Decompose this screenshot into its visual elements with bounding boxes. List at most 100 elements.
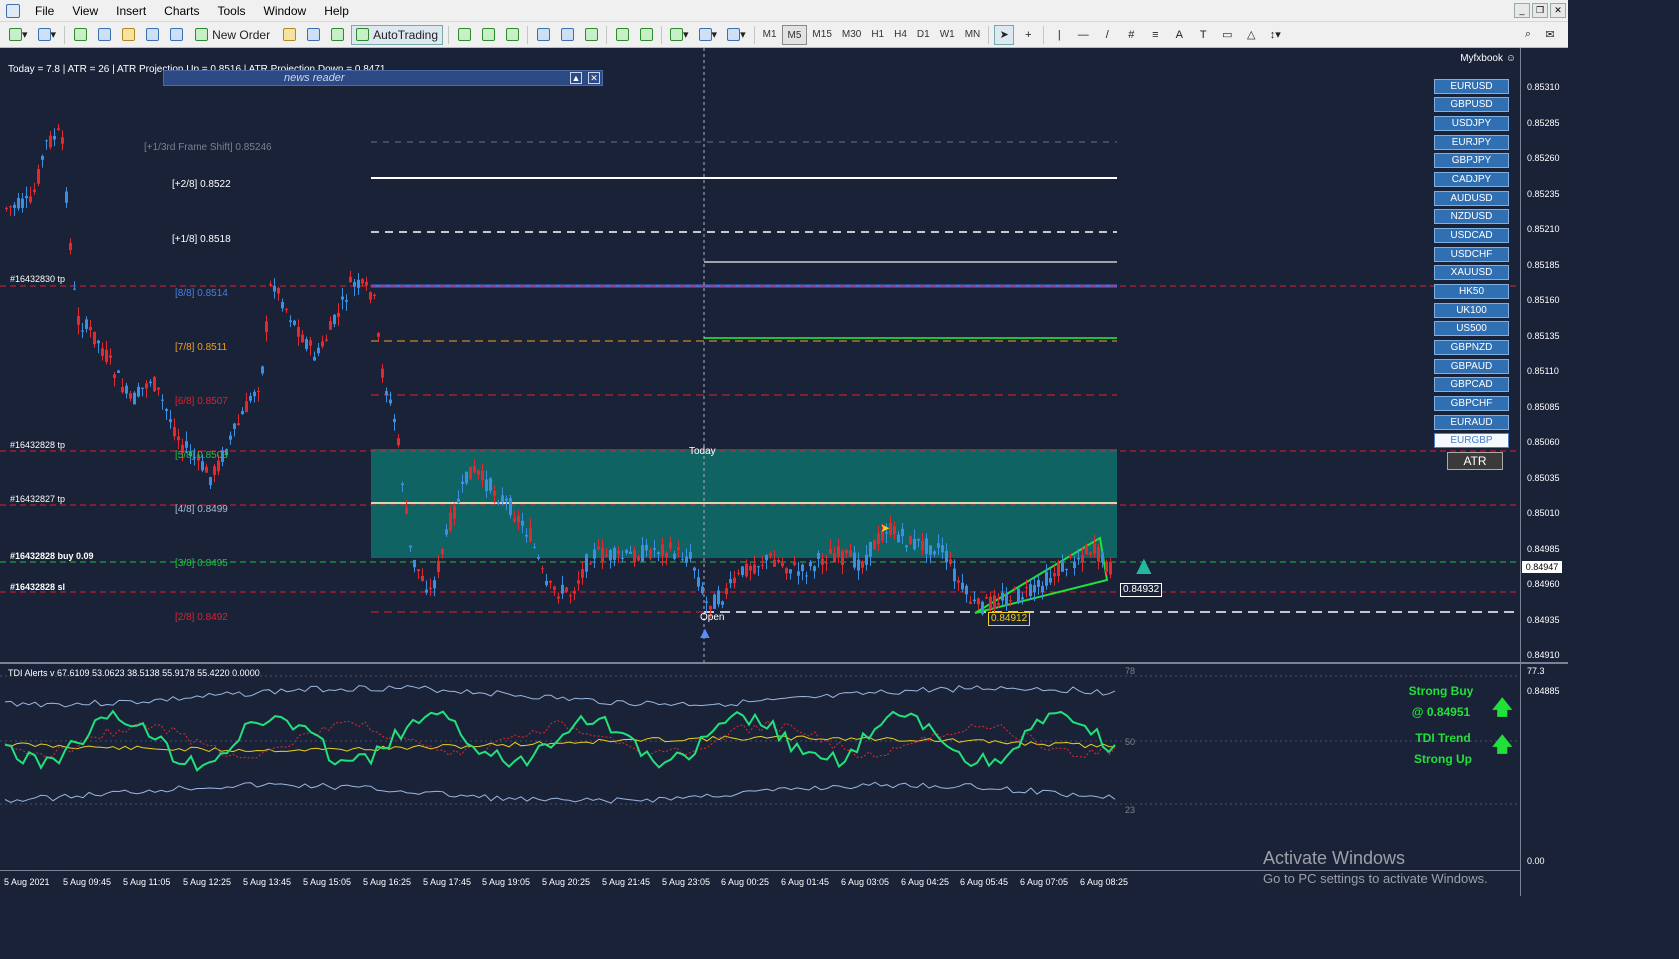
symbol-button-gbpaud[interactable]: GBPAUD xyxy=(1434,359,1509,374)
symbol-button-nzdusd[interactable]: NZDUSD xyxy=(1434,209,1509,224)
templates-icon[interactable]: ▾ xyxy=(724,25,749,45)
text-icon[interactable]: A xyxy=(1169,25,1189,45)
menu-window[interactable]: Window xyxy=(255,0,316,22)
triangle-icon[interactable]: △ xyxy=(1241,25,1261,45)
chat-icon[interactable]: ✉ xyxy=(1540,25,1560,45)
symbol-button-eurusd[interactable]: EURUSD xyxy=(1434,79,1509,94)
symbol-button-gbpjpy[interactable]: GBPJPY xyxy=(1434,153,1509,168)
subwindow-separator[interactable] xyxy=(0,662,1568,664)
menu-tools[interactable]: Tools xyxy=(209,0,255,22)
price-tick: 0.85310 xyxy=(1527,82,1560,92)
menu-insert[interactable]: Insert xyxy=(107,0,155,22)
navigator-icon[interactable] xyxy=(118,25,138,45)
tf-w1[interactable]: W1 xyxy=(935,25,960,45)
data-window-icon[interactable] xyxy=(94,25,114,45)
rectangle-icon[interactable]: ▭ xyxy=(1217,25,1237,45)
toolbar-separator xyxy=(64,25,66,44)
restore-icon[interactable]: ❐ xyxy=(1532,3,1548,18)
search-icon[interactable]: ⌕ xyxy=(1518,25,1538,45)
profiles-icon[interactable]: ▾ xyxy=(35,25,60,45)
candle-body xyxy=(617,550,620,555)
candle-body xyxy=(237,423,240,425)
arrows-icon[interactable]: ↕▾ xyxy=(1265,25,1285,45)
tf-d1[interactable]: D1 xyxy=(912,25,935,45)
symbol-button-xauusd[interactable]: XAUUSD xyxy=(1434,265,1509,280)
symbol-button-hk50[interactable]: HK50 xyxy=(1434,284,1509,299)
candle-body xyxy=(1013,588,1016,590)
tf-h4[interactable]: H4 xyxy=(889,25,912,45)
tf-m5[interactable]: M5 xyxy=(781,24,808,45)
candle-body xyxy=(125,385,128,394)
candle-body xyxy=(953,568,956,582)
close-icon[interactable]: ✕ xyxy=(1550,3,1566,18)
symbol-button-euraud[interactable]: EURAUD xyxy=(1434,415,1509,430)
crosshair-icon[interactable]: + xyxy=(1018,25,1038,45)
candle-body xyxy=(117,370,120,373)
meta-editor-icon[interactable] xyxy=(279,25,299,45)
candle-body xyxy=(141,387,144,389)
market-watch-icon[interactable] xyxy=(70,25,90,45)
zoom-out-icon[interactable] xyxy=(557,25,577,45)
symbol-button-audusd[interactable]: AUDUSD xyxy=(1434,191,1509,206)
bar-chart-icon[interactable] xyxy=(454,25,474,45)
candle-body xyxy=(449,512,452,531)
symbol-button-usdcad[interactable]: USDCAD xyxy=(1434,228,1509,243)
myfxbook-label[interactable]: Myfxbook ☺ xyxy=(1460,53,1516,64)
atr-button[interactable]: ATR xyxy=(1447,452,1503,470)
chart-window[interactable]: Today = 7.8 | ATR = 26 | ATR Projection … xyxy=(0,48,1568,896)
menu-file[interactable]: File xyxy=(26,0,63,22)
vertical-line-icon[interactable]: | xyxy=(1049,25,1069,45)
tf-h1[interactable]: H1 xyxy=(866,25,889,45)
symbol-button-gbpnzd[interactable]: GBPNZD xyxy=(1434,340,1509,355)
tf-m15[interactable]: M15 xyxy=(807,25,836,45)
channel-icon[interactable]: # xyxy=(1121,25,1141,45)
tf-m30[interactable]: M30 xyxy=(837,25,866,45)
cursor-icon[interactable]: ➤ xyxy=(994,24,1015,45)
terminal-icon[interactable] xyxy=(142,25,162,45)
candle-body xyxy=(729,579,732,584)
trendline-icon[interactable]: / xyxy=(1097,25,1117,45)
news-reader-panel[interactable]: news reader ▲ ✕ xyxy=(163,70,603,86)
new-chart-icon[interactable]: ▾ xyxy=(6,25,31,45)
close-icon[interactable]: ✕ xyxy=(588,72,600,84)
candle-body xyxy=(1021,597,1024,600)
tf-m1[interactable]: M1 xyxy=(758,25,782,45)
menu-help[interactable]: Help xyxy=(315,0,358,22)
level-3-8: [3/8] 0.8495 xyxy=(175,558,228,569)
tile-windows-icon[interactable] xyxy=(581,25,601,45)
symbol-button-gbpchf[interactable]: GBPCHF xyxy=(1434,396,1509,411)
symbol-button-gbpusd[interactable]: GBPUSD xyxy=(1434,97,1509,112)
symbol-button-eurjpy[interactable]: EURJPY xyxy=(1434,135,1509,150)
zoom-in-icon[interactable] xyxy=(533,25,553,45)
options-icon[interactable] xyxy=(303,25,323,45)
symbol-button-eurgbp[interactable]: EURGBP xyxy=(1434,433,1509,448)
symbol-button-usdchf[interactable]: USDCHF xyxy=(1434,247,1509,262)
fibonacci-icon[interactable]: ≡ xyxy=(1145,25,1165,45)
menu-charts[interactable]: Charts xyxy=(155,0,208,22)
text-label-icon[interactable]: T xyxy=(1193,25,1213,45)
indicators-icon[interactable]: ▾ xyxy=(667,25,692,45)
autoscroll-icon[interactable] xyxy=(636,25,656,45)
symbol-button-uk100[interactable]: UK100 xyxy=(1434,303,1509,318)
line-chart-icon[interactable] xyxy=(502,25,522,45)
periods-icon[interactable]: ▾ xyxy=(696,25,721,45)
price-tick: 0.84910 xyxy=(1527,650,1560,660)
symbol-button-usdjpy[interactable]: USDJPY xyxy=(1434,116,1509,131)
candle-body xyxy=(601,547,604,562)
new-order-button[interactable]: New Order xyxy=(190,25,275,45)
signals-icon[interactable] xyxy=(327,25,347,45)
autotrading-button[interactable]: AutoTrading xyxy=(351,24,444,45)
candle-body xyxy=(993,595,996,609)
collapse-icon[interactable]: ▲ xyxy=(570,72,582,84)
symbol-button-cadjpy[interactable]: CADJPY xyxy=(1434,172,1509,187)
symbol-button-us500[interactable]: US500 xyxy=(1434,321,1509,336)
candlestick-icon[interactable] xyxy=(478,25,498,45)
candle-body xyxy=(177,436,180,441)
minimize-icon[interactable]: _ xyxy=(1514,3,1530,18)
symbol-button-gbpcad[interactable]: GBPCAD xyxy=(1434,377,1509,392)
tester-icon[interactable] xyxy=(166,25,186,45)
menu-view[interactable]: View xyxy=(63,0,107,22)
horizontal-line-icon[interactable]: — xyxy=(1073,25,1093,45)
chart-shift-icon[interactable] xyxy=(612,25,632,45)
tf-mn[interactable]: MN xyxy=(960,25,986,45)
